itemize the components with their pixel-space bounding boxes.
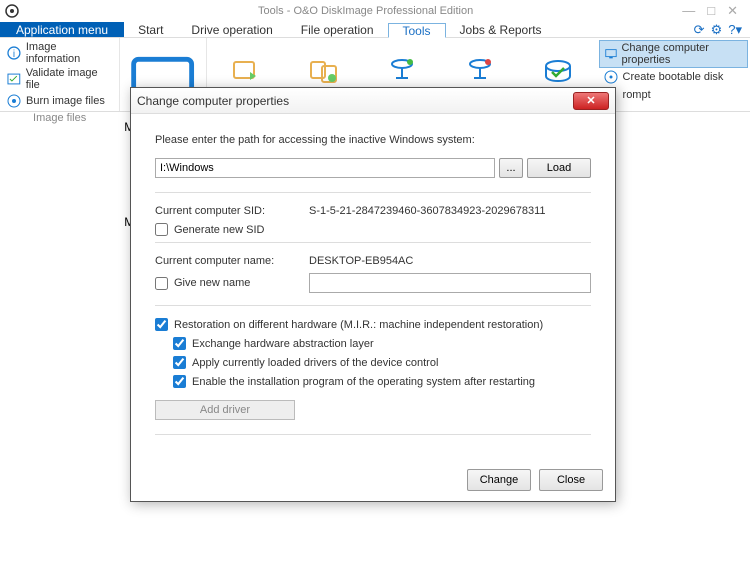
- minimize-icon[interactable]: —: [682, 3, 695, 19]
- ribbon-prompt[interactable]: rompt: [599, 86, 748, 104]
- change-button[interactable]: Change: [467, 469, 531, 491]
- load-button[interactable]: Load: [527, 158, 591, 178]
- application-menu[interactable]: Application menu: [0, 22, 124, 37]
- merge-icon: [308, 56, 340, 88]
- path-input[interactable]: [155, 158, 495, 178]
- menu-start[interactable]: Start: [124, 22, 177, 37]
- ribbon-create-bootable[interactable]: Create bootable disk: [599, 68, 748, 86]
- burn-icon: [6, 93, 22, 109]
- menu-bar: Application menu Start Drive operation F…: [0, 22, 750, 38]
- menu-jobs-reports[interactable]: Jobs & Reports: [446, 22, 556, 37]
- ribbon-item-label: Validate image file: [26, 67, 114, 91]
- sid-value: S-1-5-21-2847239460-3607834923-202967831…: [309, 205, 546, 217]
- browse-button[interactable]: ...: [499, 158, 523, 178]
- menu-file-operation[interactable]: File operation: [287, 22, 388, 37]
- ribbon-item-label: Change computer properties: [621, 42, 743, 66]
- apply-drivers-checkbox[interactable]: [173, 356, 186, 369]
- refresh-icon[interactable]: ⟳: [694, 22, 705, 38]
- ribbon-burn-image[interactable]: Burn image files: [4, 92, 115, 110]
- svg-text:i: i: [13, 49, 15, 60]
- close-button[interactable]: Close: [539, 469, 603, 491]
- menu-tools[interactable]: Tools: [388, 23, 446, 38]
- check-disk-icon: [542, 56, 574, 88]
- exchange-hal-label: Exchange hardware abstraction layer: [192, 338, 374, 350]
- ribbon-item-label: Create bootable disk: [623, 71, 724, 83]
- add-driver-button: Add driver: [155, 400, 295, 420]
- computer-props-icon: [604, 46, 618, 62]
- generate-sid-label: Generate new SID: [174, 224, 265, 236]
- ribbon-section-label: Image files: [4, 112, 115, 124]
- close-window-icon[interactable]: ✕: [727, 3, 738, 19]
- dialog-title: Change computer properties: [137, 94, 289, 108]
- settings-gear-icon[interactable]: ⚙: [711, 22, 723, 38]
- ribbon-item-label: Image information: [26, 41, 113, 65]
- network-drive-remove-icon: [464, 56, 496, 88]
- ribbon-item-label: rompt: [623, 89, 651, 101]
- dialog-prompt: Please enter the path for accessing the …: [155, 134, 591, 146]
- bootable-disk-icon: [603, 69, 619, 85]
- network-drive-icon: [386, 56, 418, 88]
- maximize-icon[interactable]: □: [707, 3, 715, 19]
- apply-drivers-label: Apply currently loaded drivers of the de…: [192, 357, 438, 369]
- name-label: Current computer name:: [155, 255, 309, 267]
- ribbon-validate-image[interactable]: Validate image file: [4, 66, 115, 92]
- app-icon: [4, 3, 20, 19]
- title-bar: Tools - O&O DiskImage Professional Editi…: [0, 0, 750, 22]
- ribbon-image-information[interactable]: i Image information: [4, 40, 115, 66]
- ribbon-item-label: Burn image files: [26, 95, 105, 107]
- menu-drive-operation[interactable]: Drive operation: [177, 22, 286, 37]
- exchange-hal-checkbox[interactable]: [173, 337, 186, 350]
- new-name-input[interactable]: [309, 273, 591, 293]
- generate-sid-checkbox[interactable]: [155, 223, 168, 236]
- give-name-checkbox[interactable]: [155, 277, 168, 290]
- sid-label: Current computer SID:: [155, 205, 309, 217]
- enable-install-checkbox[interactable]: [173, 375, 186, 388]
- change-computer-properties-dialog: Change computer properties ✕ Please ente…: [130, 87, 616, 502]
- dialog-title-bar[interactable]: Change computer properties ✕: [131, 88, 615, 114]
- mir-label: Restoration on different hardware (M.I.R…: [174, 319, 543, 331]
- mir-checkbox[interactable]: [155, 318, 168, 331]
- help-icon[interactable]: ?▾: [728, 22, 742, 38]
- window-title: Tools - O&O DiskImage Professional Editi…: [258, 5, 473, 17]
- info-icon: i: [6, 45, 22, 61]
- give-name-label: Give new name: [174, 277, 250, 289]
- enable-install-label: Enable the installation program of the o…: [192, 376, 535, 388]
- dialog-close-icon[interactable]: ✕: [573, 92, 609, 110]
- convert-icon: [230, 56, 262, 88]
- name-value: DESKTOP-EB954AC: [309, 255, 413, 267]
- validate-icon: [6, 71, 22, 87]
- ribbon-change-computer-props[interactable]: Change computer properties: [599, 40, 748, 68]
